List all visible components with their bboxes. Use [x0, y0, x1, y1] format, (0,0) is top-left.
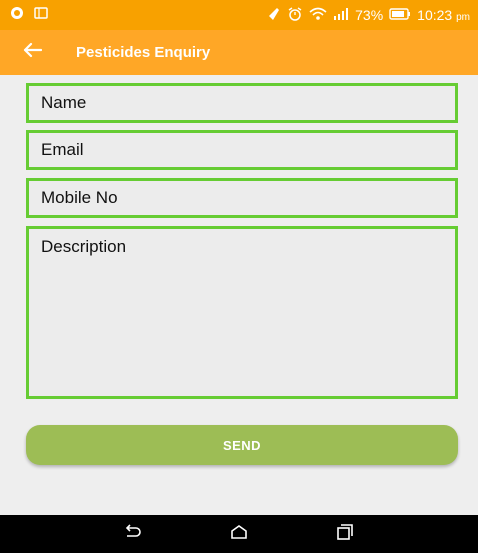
- mobile-field[interactable]: Mobile No: [26, 178, 458, 218]
- status-right-icons: 73% 10:23 pm: [267, 6, 470, 25]
- target-circle-icon: [10, 6, 24, 25]
- battery-icon: [389, 7, 411, 23]
- recents-nav-icon: [336, 523, 354, 545]
- back-nav-icon: [123, 523, 143, 545]
- home-nav-button[interactable]: [224, 519, 254, 549]
- back-arrow-icon: [22, 42, 43, 63]
- name-field[interactable]: Name: [26, 83, 458, 123]
- email-field[interactable]: Email: [26, 130, 458, 170]
- home-nav-icon: [230, 524, 248, 545]
- send-button[interactable]: SEND: [26, 425, 458, 465]
- status-bar: 73% 10:23 pm: [0, 0, 478, 30]
- app-bar: Pesticides Enquiry: [0, 30, 478, 75]
- page-title: Pesticides Enquiry: [76, 44, 211, 61]
- description-field[interactable]: Description: [26, 226, 458, 399]
- status-left-icons: [10, 6, 48, 25]
- clock-ampm: pm: [456, 12, 470, 23]
- back-button[interactable]: [22, 42, 58, 63]
- phone-icon: [267, 7, 281, 24]
- navigation-bar: [0, 515, 478, 553]
- wifi-icon: [309, 6, 327, 25]
- clock-time: 10:23: [417, 7, 453, 23]
- email-placeholder: Email: [41, 140, 84, 159]
- battery-percentage: 73%: [355, 7, 384, 23]
- recents-nav-button[interactable]: [330, 519, 360, 549]
- tablet-icon: [34, 6, 48, 24]
- clock: 10:23 pm: [417, 7, 470, 23]
- description-placeholder: Description: [41, 237, 127, 256]
- back-nav-button[interactable]: [118, 519, 148, 549]
- enquiry-form: Name Email Mobile No Description SEND: [0, 75, 478, 515]
- name-placeholder: Name: [41, 93, 87, 112]
- signal-icon: [333, 7, 349, 23]
- mobile-placeholder: Mobile No: [41, 188, 118, 207]
- alarm-icon: [287, 6, 303, 25]
